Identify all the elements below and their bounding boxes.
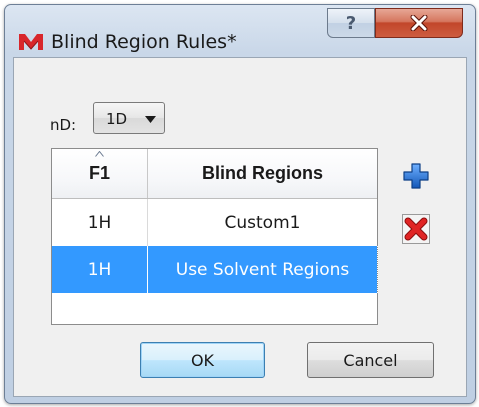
plus-icon	[403, 163, 429, 189]
blind-regions-table: F1 Blind Regions 1H Custom1 1H Use Solve…	[51, 148, 378, 325]
red-x-icon	[402, 214, 430, 244]
column-header-blind-regions[interactable]: Blind Regions	[148, 149, 377, 198]
nd-dropdown[interactable]: 1D	[93, 102, 165, 134]
table-row[interactable]: 1H Custom1	[52, 199, 377, 246]
app-logo-icon	[19, 34, 43, 50]
window-title: Blind Region Rules*	[51, 31, 237, 53]
column-header-f1[interactable]: F1	[52, 149, 148, 198]
cell-blind-region: Custom1	[224, 212, 301, 233]
add-region-button[interactable]	[402, 161, 430, 191]
title-bar[interactable]: Blind Region Rules* ?	[5, 5, 475, 57]
cell-f1: 1H	[52, 246, 148, 293]
help-button[interactable]: ?	[327, 8, 375, 38]
dialog-body: nD: 1D F1 Blind Regions 1H Custom1 1H Us…	[13, 57, 467, 397]
cell-blind-region: Use Solvent Regions	[148, 246, 378, 293]
nd-label: nD:	[50, 116, 77, 134]
cancel-button[interactable]: Cancel	[307, 342, 434, 378]
ok-button[interactable]: OK	[140, 342, 265, 378]
table-row-selected[interactable]: 1H Use Solvent Regions	[52, 246, 378, 293]
remove-region-button[interactable]	[402, 214, 430, 244]
column-header-label: Blind Regions	[202, 163, 323, 183]
chevron-down-icon	[145, 116, 156, 123]
dialog-window: Blind Region Rules* ? nD: 1D F1 Blind Re…	[4, 4, 476, 404]
close-button[interactable]	[375, 8, 463, 38]
column-header-label: F1	[88, 163, 110, 183]
table-header: F1 Blind Regions	[52, 149, 377, 199]
sort-ascending-icon	[95, 151, 104, 157]
close-icon	[410, 15, 428, 31]
cell-f1: 1H	[52, 199, 148, 246]
help-label: ?	[345, 12, 357, 34]
nd-selected-value: 1D	[106, 110, 128, 128]
